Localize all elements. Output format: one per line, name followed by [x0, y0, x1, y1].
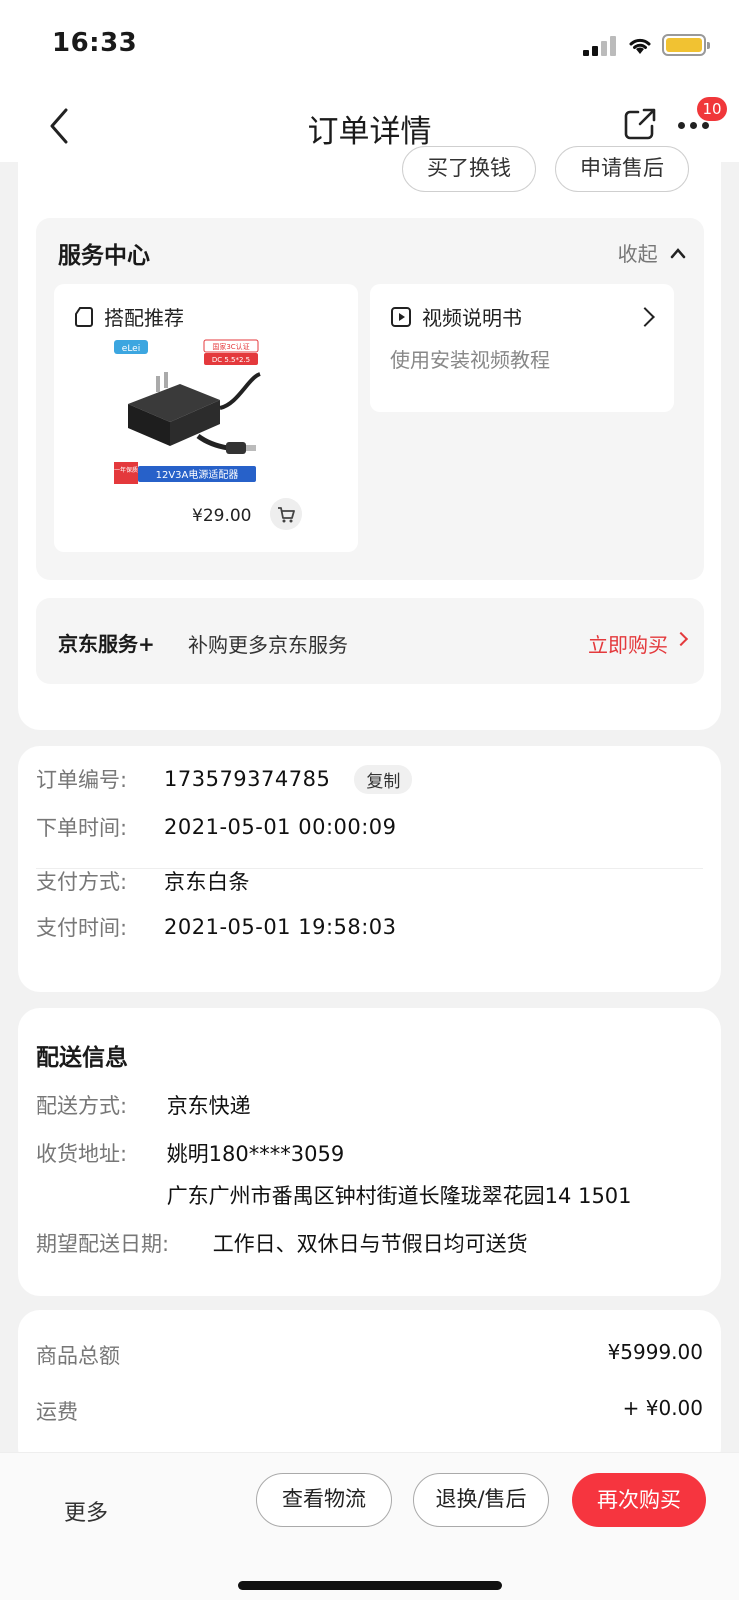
video-manual-tile[interactable]: 视频说明书 使用安装视频教程	[370, 284, 674, 412]
battery-icon	[662, 34, 710, 56]
rebuy-button[interactable]: 再次购买	[572, 1473, 706, 1527]
share-icon[interactable]	[622, 106, 658, 142]
goods-total-value: ¥5999.00	[607, 1340, 703, 1364]
shipping-label: 运费	[36, 1400, 78, 1424]
recipient: 姚明180****3059	[166, 1142, 345, 1166]
shipping-value: + ¥0.00	[622, 1396, 703, 1420]
status-bar: 16:33	[0, 0, 739, 90]
address-label: 收货地址:	[36, 1142, 128, 1166]
delivery-info-card: 配送信息 配送方式: 京东快递 收货地址: 姚明180****3059 广东广州…	[18, 1008, 721, 1296]
product-image-power-adapter[interactable]: eLei 国家3C认证 DC 5.5*2.5 一年保质 12V3A电源适配器	[110, 338, 262, 488]
service-center-card: 买了换钱 申请售后 服务中心 收起 搭配推荐 eLei 国家3C认证 DC 5.…	[18, 146, 721, 730]
shipping-row: 运费 + ¥0.00	[36, 1396, 703, 1426]
address: 广东广州市番禺区钟村街道长隆珑翠花园14 1501	[166, 1184, 632, 1208]
return-after-sale-button[interactable]: 退换/售后	[413, 1473, 549, 1527]
recommend-price: ¥29.00	[192, 506, 252, 526]
pay-time-label: 支付时间:	[36, 916, 128, 940]
recommend-tile[interactable]: 搭配推荐 eLei 国家3C认证 DC 5.5*2.5 一年保质 12V3A电源…	[54, 284, 358, 552]
video-play-icon	[391, 306, 411, 327]
delivery-method: 京东快递	[166, 1094, 251, 1118]
chevron-right-icon	[673, 631, 689, 647]
amount-card: 商品总额 ¥5999.00 运费 + ¥0.00	[18, 1310, 721, 1470]
expected-date: 工作日、双休日与节假日均可送货	[212, 1232, 528, 1256]
expected-date-label: 期望配送日期:	[36, 1232, 170, 1256]
pay-method-label: 支付方式:	[36, 870, 128, 894]
chevron-up-icon	[670, 248, 686, 259]
recommend-icon	[75, 306, 93, 327]
view-logistics-button[interactable]: 查看物流	[256, 1473, 392, 1527]
more-button[interactable]: 更多	[64, 1495, 108, 1527]
pay-method: 京东白条	[164, 870, 250, 894]
jd-service-desc: 补购更多京东服务	[188, 633, 348, 657]
buy-exchange-button[interactable]: 买了换钱	[402, 146, 536, 192]
svg-text:DC 5.5*2.5: DC 5.5*2.5	[212, 356, 250, 364]
recommend-label: 搭配推荐	[104, 306, 184, 330]
copy-button[interactable]: 复制	[354, 764, 413, 794]
chevron-right-icon	[635, 307, 655, 327]
bottom-action-bar: 更多 查看物流 退换/售后 再次购买	[0, 1452, 739, 1600]
svg-text:国家3C认证: 国家3C认证	[212, 342, 249, 351]
order-time-label: 下单时间:	[36, 816, 128, 840]
order-time-row: 下单时间: 2021-05-01 00:00:09	[36, 812, 397, 842]
add-to-cart-icon[interactable]	[270, 498, 302, 530]
order-time: 2021-05-01 00:00:09	[164, 815, 397, 839]
svg-text:12V3A电源适配器: 12V3A电源适配器	[156, 468, 239, 481]
jd-service-plus-row[interactable]: 京东服务+ 补购更多京东服务 立即购买	[36, 598, 704, 684]
order-number-label: 订单编号:	[36, 768, 128, 792]
expected-date-row: 期望配送日期: 工作日、双休日与节假日均可送货	[36, 1228, 528, 1258]
service-center-title: 服务中心	[58, 243, 150, 269]
wifi-icon	[629, 38, 651, 54]
goods-total-label: 商品总额	[36, 1344, 120, 1368]
buy-now-link[interactable]: 立即购买	[588, 629, 668, 658]
delivery-method-row: 配送方式: 京东快递	[36, 1090, 251, 1120]
order-info-card: 订单编号: 173579374785 复制 下单时间: 2021-05-01 0…	[18, 746, 721, 992]
collapse-label: 收起	[617, 242, 658, 266]
video-manual-subtitle: 使用安装视频教程	[390, 348, 550, 372]
collapse-toggle[interactable]: 收起	[618, 238, 686, 267]
delivery-method-label: 配送方式:	[36, 1094, 128, 1118]
signal-icon	[583, 36, 617, 56]
delivery-title: 配送信息	[36, 1045, 128, 1071]
pay-time: 2021-05-01 19:58:03	[164, 915, 397, 939]
after-sale-button[interactable]: 申请售后	[555, 146, 689, 192]
message-count-badge: 10	[697, 97, 727, 121]
svg-text:一年保质: 一年保质	[114, 466, 138, 474]
order-number-row: 订单编号: 173579374785 复制	[36, 764, 413, 794]
clock: 16:33	[52, 28, 138, 58]
order-number: 173579374785	[164, 767, 331, 791]
jd-service-name: 京东服务+	[58, 632, 155, 656]
pay-time-row: 支付时间: 2021-05-01 19:58:03	[36, 912, 397, 942]
goods-total-row: 商品总额 ¥5999.00	[36, 1340, 703, 1370]
address-row: 收货地址: 姚明180****3059 广东广州市番禺区钟村街道长隆珑翠花园14…	[36, 1138, 632, 1210]
video-manual-label: 视频说明书	[422, 306, 522, 330]
service-center: 服务中心 收起 搭配推荐 eLei 国家3C认证 DC 5.5*2.5 一年保质…	[36, 218, 704, 580]
pay-method-row: 支付方式: 京东白条	[36, 866, 250, 896]
svg-text:eLei: eLei	[122, 344, 140, 354]
home-indicator	[238, 1581, 502, 1590]
